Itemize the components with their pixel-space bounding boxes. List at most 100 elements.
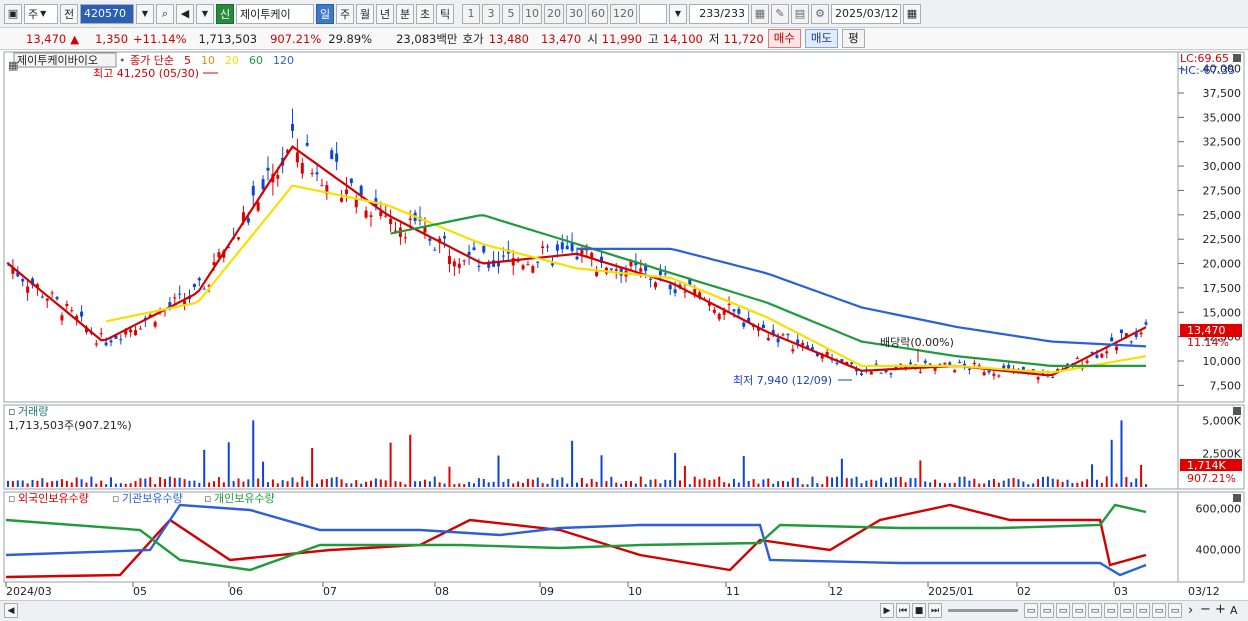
holding-legend-marker: ▫ [8, 492, 15, 505]
layout-icon-2[interactable]: ▭ [1040, 603, 1054, 618]
count-value: 233 [699, 7, 721, 20]
interval-button-10[interactable]: 10 [522, 3, 542, 24]
holding-panel-close-icon[interactable] [1233, 494, 1241, 502]
volume-bar [924, 481, 927, 487]
volume-bar [16, 480, 19, 487]
interval-button-3[interactable]: 3 [482, 3, 500, 24]
ma-legend-10: 10 [201, 54, 215, 67]
price-tick-label: 10,000 [1203, 355, 1242, 368]
stock-code-input[interactable]: 420570 [80, 3, 134, 24]
date-field[interactable]: 2025/03/12 [831, 3, 901, 24]
volume-panel-close-icon[interactable] [1233, 407, 1241, 415]
period-tab-3[interactable]: 년 [376, 3, 394, 24]
auto-scale-icon[interactable]: A [1230, 604, 1238, 617]
period-tab-4[interactable]: 분 [396, 3, 414, 24]
candle-body [266, 167, 270, 171]
first-page-icon[interactable]: ⏮ [896, 603, 910, 618]
scroll-left-icon[interactable]: ◀ [4, 603, 18, 618]
search-icon[interactable]: ⌕ [156, 3, 174, 24]
interval-dropdown-icon[interactable]: ▼ [669, 3, 687, 24]
period-tab-6[interactable]: 틱 [436, 3, 454, 24]
buy-button[interactable]: 매수 [767, 29, 801, 48]
candle-body [138, 328, 142, 330]
layout-icon-7[interactable]: ▭ [1120, 603, 1134, 618]
menu-dropdown-icon[interactable]: ▼ [196, 3, 214, 24]
interval-button-1[interactable]: 1 [462, 3, 480, 24]
candle-body [364, 210, 368, 218]
calendar-icon[interactable]: ▦ [903, 3, 921, 24]
layout-icon-6[interactable]: ▭ [1104, 603, 1118, 618]
volume-bar [1012, 477, 1015, 487]
volume-last-ratio: 907.21% [1187, 472, 1236, 485]
ma-legend-60: 60 [249, 54, 263, 67]
layout-icon-10[interactable]: ▭ [1168, 603, 1182, 618]
zoom-out-icon[interactable]: − [1200, 602, 1211, 617]
draw-icon[interactable]: ✎ [771, 3, 789, 24]
interval-button-20[interactable]: 20 [544, 3, 564, 24]
layout-icon-3[interactable]: ▭ [1056, 603, 1070, 618]
volume-bar [747, 480, 750, 487]
eval-button[interactable]: 평 [842, 29, 865, 48]
interval-button-120[interactable]: 120 [610, 3, 637, 24]
volume-bar [487, 482, 490, 487]
layout-icon-1[interactable]: ▭ [1024, 603, 1038, 618]
volume-bar [379, 479, 382, 487]
speaker-icon[interactable]: ◀ [176, 3, 194, 24]
volume-bar [1022, 481, 1025, 487]
layout-icon-8[interactable]: ▭ [1136, 603, 1150, 618]
volume-bar [576, 482, 578, 487]
volume-bar [149, 477, 152, 487]
x-tick-label: 10 [628, 585, 642, 598]
ma-label: 종가 단순 [130, 54, 174, 67]
bid2-value: 13,470 [540, 31, 582, 46]
table-icon[interactable]: ▦ [8, 59, 18, 72]
interval-button-30[interactable]: 30 [566, 3, 586, 24]
period-tabs: 일주월년분초틱 [316, 3, 454, 24]
code-dropdown-icon[interactable]: ▼ [136, 3, 154, 24]
volume-bar [482, 478, 485, 487]
candle-body [55, 297, 59, 300]
volume-bar [605, 481, 608, 487]
volume-bar [477, 478, 480, 487]
grid-icon[interactable]: ▦ [751, 3, 769, 24]
period-tab-1[interactable]: 주 [336, 3, 354, 24]
save-icon[interactable]: ▤ [791, 3, 809, 24]
custom-interval-input[interactable] [639, 3, 667, 24]
volume-bar [777, 481, 780, 487]
period-select[interactable]: 주 ▼ [24, 3, 58, 24]
layout-icon-9[interactable]: ▭ [1152, 603, 1166, 618]
volume-bar [580, 477, 583, 487]
period-tab-0[interactable]: 일 [316, 3, 334, 24]
zoom-slider[interactable] [948, 609, 1018, 612]
interval-button-60[interactable]: 60 [588, 3, 608, 24]
layout-icon-4[interactable]: ▭ [1072, 603, 1086, 618]
scroll-right-icon[interactable]: ▶ [880, 603, 894, 618]
volume-bar [394, 481, 397, 487]
volume-bar [664, 479, 667, 487]
period-tab-2[interactable]: 월 [356, 3, 374, 24]
holding-legend-marker: ▫ [112, 492, 119, 505]
period-tab-5[interactable]: 초 [416, 3, 434, 24]
play-icon[interactable]: ■ [912, 603, 926, 618]
interval-button-5[interactable]: 5 [502, 3, 520, 24]
scroll-btn-icon[interactable]: › [1188, 603, 1193, 618]
prev-button[interactable]: 전 [60, 3, 78, 24]
gear-icon[interactable]: ⚙ [811, 3, 829, 24]
volume-bar [311, 448, 314, 487]
chevron-down-icon: ▼ [40, 9, 47, 18]
volume-bar [1130, 482, 1133, 487]
count-field[interactable]: 233 /233 [689, 3, 749, 24]
volume-bar [845, 478, 848, 487]
volume-bar [296, 482, 299, 487]
layout-icon-5[interactable]: ▭ [1088, 603, 1102, 618]
price-panel-close-icon[interactable] [1233, 54, 1241, 62]
x-axis: 2024/03 05 06 07 08 09 10 11 12 2025/01 02 03 [5, 582, 1128, 598]
zoom-in-icon[interactable]: + [1215, 602, 1226, 617]
last-page-icon[interactable]: ⏭ [928, 603, 942, 618]
volume-bar [880, 477, 883, 487]
sell-button[interactable]: 매도 [804, 29, 839, 48]
stock-name-field[interactable]: 제이투케이 [236, 3, 314, 24]
layout-icon[interactable]: ▣ [4, 3, 22, 24]
chart-area[interactable]: 40,00037,50035,00032,50030,00027,50025,0… [0, 50, 1248, 600]
volume-bar [21, 480, 24, 487]
